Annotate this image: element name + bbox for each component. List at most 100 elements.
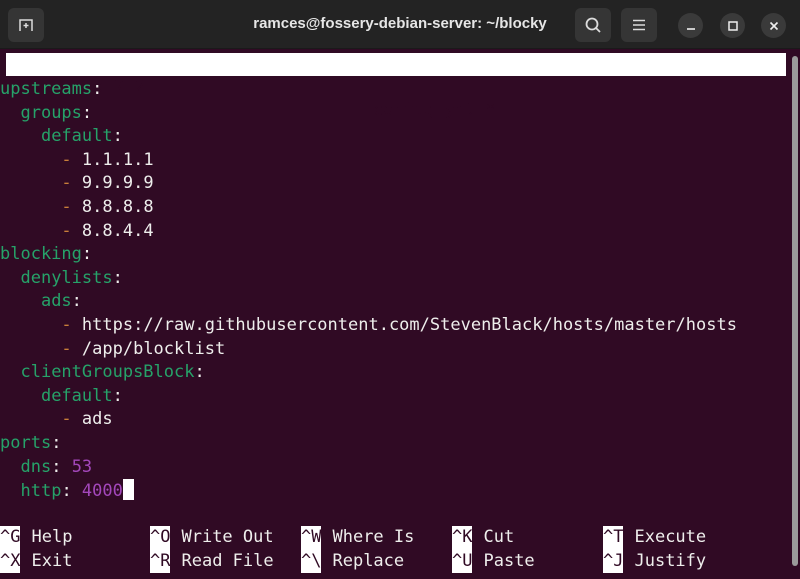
shortcut-exit[interactable]: ^X Exit <box>0 549 73 574</box>
shortcut-key: ^U <box>452 549 473 574</box>
shortcut-key: ^T <box>603 526 624 550</box>
editor-line: default: <box>0 125 785 149</box>
editor-line: denylists: <box>0 267 785 291</box>
editor-line: upstreams: <box>0 78 785 102</box>
yaml-number: 53 <box>71 456 93 477</box>
shortcut-label: Justify <box>634 550 707 571</box>
shortcut-label: Read File <box>181 550 274 571</box>
yaml-colon: : <box>51 432 62 453</box>
shortcut-help[interactable]: ^G Help <box>0 526 72 550</box>
yaml-colon: : <box>51 456 72 477</box>
yaml-colon: : <box>61 481 82 502</box>
editor-line: dns: 53 <box>0 456 785 480</box>
editor-line: - 1.1.1.1 <box>0 149 785 173</box>
terminal-window: ramces@fossery-debian-server: ~/blocky G… <box>0 0 800 579</box>
new-tab-icon <box>19 19 33 31</box>
menu-button[interactable] <box>621 8 657 42</box>
shortcut-paste[interactable]: ^U Paste <box>452 549 535 574</box>
list-dash: - <box>61 314 82 335</box>
editor-line: default: <box>0 385 785 409</box>
shortcut-key: ^K <box>452 526 473 550</box>
shortcut-label: Cut <box>483 527 515 547</box>
editor-line: - 8.8.4.4 <box>0 220 785 244</box>
yaml-colon: : <box>112 126 123 147</box>
list-dash: - <box>61 173 82 194</box>
list-dash: - <box>61 409 82 430</box>
shortcut-label: Write Out <box>181 527 274 547</box>
yaml-key: default <box>40 126 113 147</box>
close-icon <box>769 21 778 30</box>
minimize-icon <box>686 27 695 30</box>
shortcut-justify[interactable]: ^J Justify <box>603 549 707 574</box>
yaml-value: ads <box>81 409 113 430</box>
yaml-key: http <box>20 481 62 502</box>
yaml-key: ads <box>40 291 72 312</box>
list-dash: - <box>61 196 82 217</box>
editor-line: - ads <box>0 408 785 432</box>
minimize-button[interactable] <box>678 13 703 38</box>
hamburger-menu-icon <box>633 19 645 31</box>
yaml-key: clientGroupsBlock <box>20 362 195 383</box>
yaml-key: groups <box>20 102 82 123</box>
yaml-value: 9.9.9.9 <box>81 173 154 194</box>
search-button[interactable] <box>575 8 611 42</box>
yaml-colon: : <box>81 244 93 265</box>
shortcut-label: Paste <box>483 550 535 571</box>
editor-line: - https://raw.githubusercontent.com/Stev… <box>0 314 785 338</box>
new-tab-button[interactable] <box>8 8 44 42</box>
editor-line: http: 4000 <box>0 479 785 503</box>
yaml-value: 8.8.8.8 <box>81 196 154 217</box>
yaml-value: https://raw.githubusercontent.com/Steven… <box>81 314 737 335</box>
shortcut-row-2: ^X Exit ^R Read File ^\ Replace ^U Paste ^J Justi… <box>0 549 790 574</box>
yaml-key: ports <box>0 432 52 453</box>
yaml-value: /app/blocklist <box>81 338 226 359</box>
yaml-value: 8.8.4.4 <box>81 220 154 241</box>
editor-line: ports: <box>0 432 785 456</box>
nano-header-bar: GNU nano 7.2 config.yml * <box>6 53 786 120</box>
yaml-key: denylists <box>20 267 113 288</box>
shortcut-bar: ^G Help ^O Write Out ^W Where Is ^K Cut ^T Execut… <box>0 526 790 574</box>
editor-text-area[interactable]: upstreams: groups: default: - 1.1.1.1 - … <box>0 78 785 503</box>
yaml-value: 1.1.1.1 <box>81 149 154 170</box>
shortcut-key: ^W <box>301 526 322 550</box>
shortcut-label: Where Is <box>332 527 415 547</box>
yaml-key: upstreams <box>0 79 93 99</box>
shortcut-execute[interactable]: ^T Execute <box>603 526 706 550</box>
close-button[interactable] <box>761 13 786 38</box>
title-bar: ramces@fossery-debian-server: ~/blocky <box>0 0 800 49</box>
editor-line: - /app/blocklist <box>0 338 785 362</box>
yaml-colon: : <box>81 102 93 123</box>
shortcut-read-file[interactable]: ^R Read File <box>150 549 274 574</box>
scrollbar[interactable] <box>792 56 798 566</box>
maximize-button[interactable] <box>720 13 745 38</box>
yaml-colon: : <box>194 362 205 383</box>
yaml-key: default <box>40 385 113 406</box>
editor-line: - 9.9.9.9 <box>0 172 785 196</box>
shortcut-replace[interactable]: ^\ Replace <box>301 549 404 574</box>
shortcut-key: ^O <box>150 526 171 550</box>
shortcut-label: Help <box>31 527 73 547</box>
yaml-colon: : <box>112 267 123 288</box>
editor-line: clientGroupsBlock: <box>0 361 785 385</box>
list-dash: - <box>61 220 82 241</box>
shortcut-row-1: ^G Help ^O Write Out ^W Where Is ^K Cut ^T Execut… <box>0 526 790 550</box>
shortcut-key: ^J <box>603 549 624 574</box>
shortcut-write-out[interactable]: ^O Write Out <box>150 526 274 550</box>
shortcut-cut[interactable]: ^K Cut <box>452 526 514 550</box>
shortcut-label: Exit <box>31 550 73 571</box>
shortcut-where-is[interactable]: ^W Where Is <box>301 526 414 550</box>
shortcut-label: Execute <box>634 527 707 547</box>
editor-line: groups: <box>0 102 785 126</box>
editor-line: ads: <box>0 290 785 314</box>
